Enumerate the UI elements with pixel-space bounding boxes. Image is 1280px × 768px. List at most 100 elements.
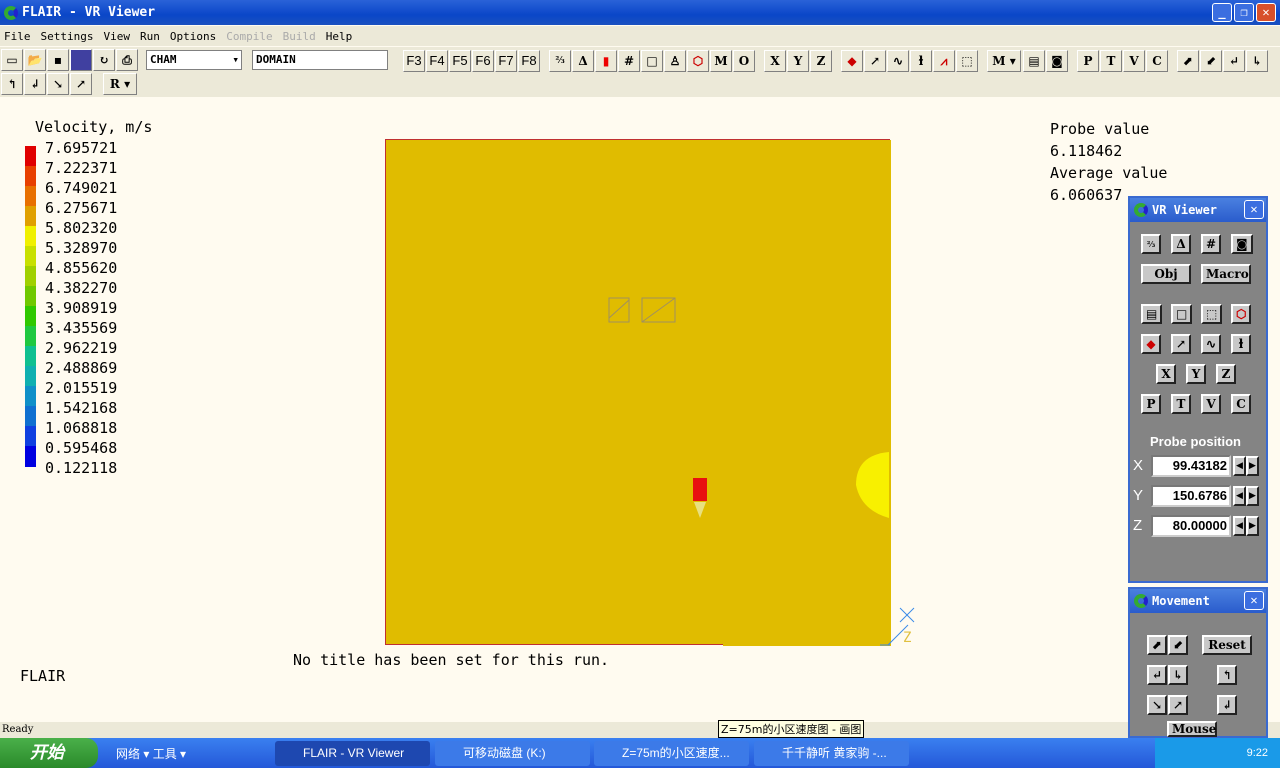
object-field[interactable]: DOMAIN bbox=[252, 50, 388, 70]
move-down-icon[interactable]: ↲ bbox=[1217, 695, 1238, 715]
f8-button[interactable]: F8 bbox=[518, 50, 540, 72]
vr-panel-close-button[interactable]: ✕ bbox=[1244, 200, 1264, 219]
start-button[interactable]: 开始 bbox=[0, 738, 98, 768]
z-button[interactable]: Z bbox=[810, 50, 832, 72]
v-button[interactable]: V bbox=[1201, 394, 1221, 414]
scale-icon[interactable]: ⅔ bbox=[1141, 234, 1161, 254]
move-down-left-icon[interactable]: ⬋ bbox=[1200, 50, 1222, 72]
r-select[interactable]: R ▾ bbox=[103, 73, 137, 95]
movement-panel-close-button[interactable]: ✕ bbox=[1244, 591, 1264, 610]
obj-button[interactable]: Obj bbox=[1141, 264, 1191, 284]
menu-help[interactable]: Help bbox=[326, 30, 353, 43]
chart-icon[interactable]: ⩘ bbox=[933, 50, 955, 72]
move-down-left-icon[interactable]: ⬋ bbox=[1168, 635, 1189, 655]
film-icon[interactable]: ▤ bbox=[1023, 50, 1045, 72]
c-button[interactable]: C bbox=[1146, 50, 1168, 72]
box-icon[interactable]: □ bbox=[1171, 304, 1193, 324]
z-increase-button[interactable]: ▶ bbox=[1246, 516, 1259, 536]
save-icon[interactable]: ▪ bbox=[47, 49, 69, 71]
cube-icon[interactable]: ⬚ bbox=[1201, 304, 1223, 324]
minimize-button[interactable]: _ bbox=[1212, 3, 1232, 22]
menu-settings[interactable]: Settings bbox=[41, 30, 94, 43]
scale-icon[interactable]: ⅔ bbox=[549, 50, 571, 72]
arrow-icon[interactable]: ↗ bbox=[1171, 334, 1192, 354]
f4-button[interactable]: F4 bbox=[426, 50, 448, 72]
object-icon[interactable]: ⬡ bbox=[687, 50, 709, 72]
tilt-down-icon[interactable]: ↘ bbox=[47, 73, 69, 95]
grid-icon[interactable]: # bbox=[1201, 234, 1222, 254]
menu-file[interactable]: File bbox=[4, 30, 31, 43]
film-icon[interactable]: ▤ bbox=[1141, 304, 1163, 324]
probe-z-input[interactable]: 80.00000 bbox=[1151, 515, 1231, 537]
rotate-right-icon[interactable]: ↳ bbox=[1246, 50, 1268, 72]
grid-icon[interactable]: # bbox=[618, 50, 640, 72]
x-button[interactable]: X bbox=[764, 50, 786, 72]
tilt-down-icon[interactable]: ↘ bbox=[1147, 695, 1168, 715]
vector-icon[interactable]: Δ bbox=[1171, 234, 1191, 254]
task-paint[interactable]: Z=75m的小区速度... bbox=[594, 741, 749, 766]
arrow-icon[interactable]: ↗ bbox=[864, 50, 886, 72]
open-folder-icon[interactable]: 📂 bbox=[24, 49, 46, 71]
isosurface-icon[interactable]: ɫ bbox=[1231, 334, 1251, 354]
probe-icon[interactable]: ♙ bbox=[664, 50, 686, 72]
f5-button[interactable]: F5 bbox=[449, 50, 471, 72]
new-file-icon[interactable]: ▭ bbox=[1, 49, 23, 71]
surface-icon[interactable]: ◆ bbox=[1141, 334, 1161, 354]
t-button[interactable]: T bbox=[1100, 50, 1122, 72]
close-button[interactable]: ✕ bbox=[1256, 3, 1276, 22]
f6-button[interactable]: F6 bbox=[472, 50, 494, 72]
move-up-right-icon[interactable]: ⬈ bbox=[1147, 635, 1168, 655]
isosurface-icon[interactable]: ɫ bbox=[910, 50, 932, 72]
o-button[interactable]: O bbox=[733, 50, 755, 72]
p-button[interactable]: P bbox=[1077, 50, 1099, 72]
f3-button[interactable]: F3 bbox=[403, 50, 425, 72]
mouse-button[interactable]: Mouse bbox=[1167, 721, 1217, 737]
streamline-icon[interactable]: ∿ bbox=[1201, 334, 1222, 354]
task-removable-disk[interactable]: 可移动磁盘 (K:) bbox=[435, 741, 590, 766]
y-button[interactable]: Y bbox=[787, 50, 809, 72]
probe-x-input[interactable]: 99.43182 bbox=[1151, 455, 1231, 477]
reset-button[interactable]: Reset bbox=[1202, 635, 1252, 655]
tilt-up-icon[interactable]: ↗ bbox=[1168, 695, 1189, 715]
print-icon[interactable]: ⎙ bbox=[116, 49, 138, 71]
streamline-icon[interactable]: ∿ bbox=[887, 50, 909, 72]
rotate-right-icon[interactable]: ↳ bbox=[1168, 665, 1189, 685]
mode-select[interactable]: M ▾ bbox=[987, 50, 1021, 72]
vector-icon[interactable]: Δ bbox=[572, 50, 594, 72]
y-button[interactable]: Y bbox=[1186, 364, 1206, 384]
image-icon[interactable] bbox=[70, 49, 92, 71]
task-music-player[interactable]: 千千静听 黄家驹 -... bbox=[754, 741, 909, 766]
tilt-up-icon[interactable]: ↗ bbox=[70, 73, 92, 95]
m-button[interactable]: M bbox=[710, 50, 732, 72]
rotate-left-icon[interactable]: ↵ bbox=[1147, 665, 1168, 685]
rotate-left-icon[interactable]: ↵ bbox=[1223, 50, 1245, 72]
probe-y-input[interactable]: 150.6786 bbox=[1151, 485, 1231, 507]
v-button[interactable]: V bbox=[1123, 50, 1145, 72]
menu-view[interactable]: View bbox=[103, 30, 130, 43]
refresh-icon[interactable]: ↻ bbox=[93, 49, 115, 71]
maximize-button[interactable]: ❐ bbox=[1234, 3, 1254, 22]
plot-area[interactable] bbox=[385, 139, 891, 646]
z-decrease-button[interactable]: ◀ bbox=[1233, 516, 1246, 536]
f7-button[interactable]: F7 bbox=[495, 50, 517, 72]
menu-options[interactable]: Options bbox=[170, 30, 216, 43]
menu-run[interactable]: Run bbox=[140, 30, 160, 43]
y-decrease-button[interactable]: ◀ bbox=[1233, 486, 1246, 506]
model-select[interactable]: CHAM ▾ bbox=[146, 50, 242, 70]
x-increase-button[interactable]: ▶ bbox=[1246, 456, 1259, 476]
c-button[interactable]: C bbox=[1231, 394, 1251, 414]
y-increase-button[interactable]: ▶ bbox=[1246, 486, 1259, 506]
x-decrease-button[interactable]: ◀ bbox=[1233, 456, 1246, 476]
move-up-right-icon[interactable]: ⬈ bbox=[1177, 50, 1199, 72]
t-button[interactable]: T bbox=[1171, 394, 1191, 414]
camera-icon[interactable]: ◙ bbox=[1046, 50, 1068, 72]
z-button[interactable]: Z bbox=[1216, 364, 1236, 384]
surface-icon[interactable]: ◆ bbox=[841, 50, 863, 72]
camera-icon[interactable]: ◙ bbox=[1231, 234, 1253, 254]
contour-icon[interactable]: ▮ bbox=[595, 50, 617, 72]
move-up-icon[interactable]: ↰ bbox=[1217, 665, 1238, 685]
p-button[interactable]: P bbox=[1141, 394, 1161, 414]
object-icon[interactable]: ⬡ bbox=[1231, 304, 1252, 324]
quick-launch[interactable]: 网络 ▾ 工具 ▾ bbox=[116, 745, 186, 762]
x-button[interactable]: X bbox=[1156, 364, 1176, 384]
